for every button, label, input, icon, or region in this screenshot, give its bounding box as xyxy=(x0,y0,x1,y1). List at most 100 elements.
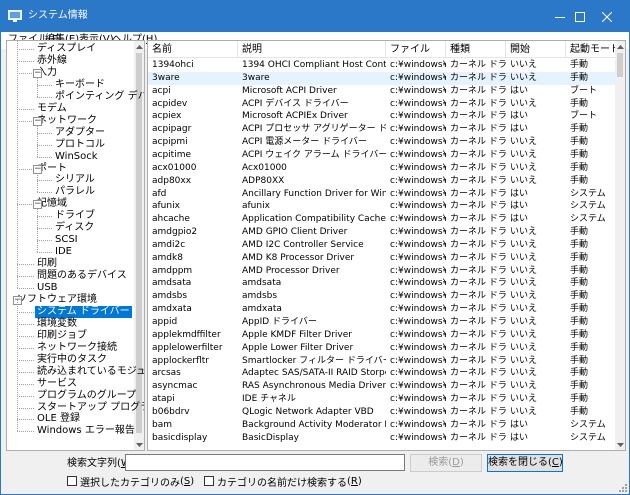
tree-item[interactable]: ポインティング デバイス xyxy=(53,91,144,103)
column-header[interactable]: 起動モード xyxy=(566,41,616,58)
tree-item[interactable]: ネットワーク xyxy=(35,115,99,127)
tree-item[interactable]: パラレル xyxy=(53,186,97,198)
close-button[interactable] xyxy=(585,1,629,32)
tree-item[interactable]: 印刷ジョブ xyxy=(35,330,89,342)
table-row[interactable]: amdk8 AMD K8 Processor Driver c:¥windows¥s… xyxy=(148,252,616,265)
table-row[interactable]: basicdisplay BasicDisplay c:¥windows¥s... カ… xyxy=(148,432,616,445)
table-row[interactable]: amdi2c AMD I2C Controller Service c:¥windo… xyxy=(148,239,616,252)
column-header[interactable]: 名前 xyxy=(148,41,238,58)
column-header[interactable]: 開始 xyxy=(506,41,566,58)
table-row[interactable]: amdgpio2 AMD GPIO Client Driver c:¥windows… xyxy=(148,226,616,239)
tree-item[interactable]: アダプター xyxy=(53,127,107,139)
table-row[interactable]: applelowerfilter Apple Lower Filter Drive… xyxy=(148,342,616,355)
checkbox-box[interactable] xyxy=(67,476,77,486)
table-row[interactable]: afunix afunix c:¥windows¥s... カーネル ドライ... はい… xyxy=(148,200,616,213)
table-row[interactable]: arcsas Adaptec SAS/SATA-II RAID Storport'… xyxy=(148,367,616,380)
tree-item[interactable]: OLE 登録 xyxy=(35,413,82,425)
title-bar[interactable]: システム情報 xyxy=(1,1,629,32)
checkbox-box[interactable] xyxy=(204,476,214,486)
tree-item[interactable]: WinSock xyxy=(53,151,100,163)
table-cell: カーネル ドライ... xyxy=(450,419,506,430)
tree-item[interactable]: 問題のあるデバイス xyxy=(35,270,129,282)
tree-item[interactable]: ソフトウェア環境 xyxy=(15,294,99,306)
table-row[interactable]: adp80xx ADP80XX c:¥windows¥s... カーネル ドライ...… xyxy=(148,175,616,188)
tree-item[interactable]: プログラムのグループ xyxy=(35,390,138,402)
table-cell: AppID ドライバー xyxy=(242,317,317,327)
tree-item[interactable]: Windows エラー報告 xyxy=(35,425,137,437)
table-row[interactable]: atapi IDE チャネル c:¥windows¥s... カーネル ドライ... い… xyxy=(148,393,616,406)
tree-item[interactable]: サービス xyxy=(35,378,79,390)
find-button[interactable]: 検索(D) xyxy=(410,454,482,472)
tree-item[interactable]: 環境変数 xyxy=(35,318,79,330)
table-cell: amdgpio2 xyxy=(152,227,198,238)
table-row[interactable]: 1394ohci 1394 OHCI Compliant Host Control… xyxy=(148,59,616,72)
list-scroll-up-button[interactable] xyxy=(615,41,625,52)
tree-scroll-up-button[interactable] xyxy=(134,41,144,52)
table-row[interactable]: amdxata amdxata c:¥windows¥s... カーネル ドライ...… xyxy=(148,303,616,316)
table-cell: Acx01000 xyxy=(242,162,287,173)
table-row[interactable]: ahcache Application Compatibility Cache c:… xyxy=(148,213,616,226)
table-row[interactable]: asyncmac RAS Asynchronous Media Driver c:¥… xyxy=(148,380,616,393)
table-row[interactable]: acx01000 Acx01000 c:¥windows¥s... カーネル ドライ.… xyxy=(148,162,616,175)
table-row[interactable]: amdsata amdsata c:¥windows¥s... カーネル ドライ...… xyxy=(148,277,616,290)
tree-item[interactable]: ディスプレイ xyxy=(35,43,98,55)
table-row[interactable]: applekmdffilter Apple KMDF Filter Driver c… xyxy=(148,329,616,342)
tree-item[interactable]: プロトコル xyxy=(53,139,107,151)
tree-item[interactable]: ネットワーク接続 xyxy=(35,342,119,354)
tree-item[interactable]: 印刷 xyxy=(35,258,59,270)
table-cell: ブート xyxy=(570,111,598,122)
table-cell: BasicDisplay xyxy=(242,432,300,443)
table-row[interactable]: applockerfltr Smartlocker フィルター ドライバー c:¥w… xyxy=(148,355,616,368)
tree-item[interactable]: ディスク xyxy=(53,222,96,234)
tree-item[interactable]: IDE xyxy=(53,246,74,258)
selected-category-only-checkbox[interactable]: 選択したカテゴリのみ(S) xyxy=(67,475,194,489)
list-scroll-down-button[interactable] xyxy=(615,439,625,450)
table-cell: c:¥windows¥s... xyxy=(390,60,446,70)
table-row[interactable]: acpi Microsoft ACPI Driver c:¥windows¥s...… xyxy=(148,85,616,98)
table-cell: 手動 xyxy=(570,355,589,366)
table-row[interactable]: acpipmi ACPI 電源メーター ドライバー c:¥windows¥s... カ… xyxy=(148,136,616,149)
table-row[interactable]: amdsbs amdsbs c:¥windows¥s... カーネル ドライ... いい… xyxy=(148,290,616,303)
category-names-only-checkbox[interactable]: カテゴリの名前だけ検索する(R) xyxy=(204,475,362,489)
table-cell: amdk8 xyxy=(152,252,183,263)
column-header[interactable]: 説明 xyxy=(238,41,386,58)
tree-connector xyxy=(17,395,34,397)
column-header[interactable]: ファイル xyxy=(386,41,446,58)
tree-scroll-down-button[interactable] xyxy=(134,439,144,450)
table-row[interactable]: b06bdrv QLogic Network Adapter VBD c:¥wind… xyxy=(148,406,616,419)
tree-item[interactable]: 読み込まれているモジュール xyxy=(35,366,144,378)
tree-item[interactable]: 実行中のタスク xyxy=(35,354,109,366)
tree-item[interactable]: USB xyxy=(35,282,60,294)
tree-item[interactable]: シリアル xyxy=(53,174,97,186)
table-row[interactable]: acpidev ACPI デバイス ドライバー c:¥windows¥s... カーネ… xyxy=(148,98,616,111)
table-cell: いいえ xyxy=(510,98,538,109)
table-row[interactable]: 3ware 3ware c:¥windows¥s... カーネル ドライ... いいえ 手… xyxy=(148,71,616,85)
table-cell: 手動 xyxy=(570,265,589,276)
tree-item[interactable]: SCSI xyxy=(53,234,80,246)
tree-item[interactable]: 赤外線 xyxy=(35,55,69,67)
column-header[interactable]: 種類 xyxy=(446,41,506,58)
table-row[interactable]: amdppm AMD Processor Driver c:¥windows¥s..… xyxy=(148,265,616,278)
tree-item[interactable]: モデム xyxy=(35,103,69,115)
table-cell: afd xyxy=(152,188,167,199)
system-information-app-icon xyxy=(8,10,22,22)
driver-list[interactable]: 名前 説明 ファイル 種類 開始 起動モード 1394ohci 1394 OHCI Comp… xyxy=(147,40,626,451)
search-label-text: 検索文字列 xyxy=(67,458,117,469)
table-row[interactable]: bam Background Activity Moderator Driver c… xyxy=(148,419,616,432)
tree-item[interactable]: システム ドライバー xyxy=(35,305,132,318)
tree-item[interactable]: ドライブ xyxy=(53,210,97,222)
close-search-button[interactable]: 検索を閉じる(C) xyxy=(487,454,563,472)
list-scrollbar[interactable] xyxy=(615,41,625,450)
tree-item[interactable]: キーボード xyxy=(53,79,107,91)
table-row[interactable]: acpipagr ACPI プロセッサ アグリゲーター ドライバー c:¥windo… xyxy=(148,123,616,136)
resize-grip-icon[interactable] xyxy=(618,483,627,492)
table-row[interactable]: acpiex Microsoft ACPIEx Driver c:¥windows¥… xyxy=(148,110,616,123)
table-row[interactable]: afd Ancillary Function Driver for Winsock… xyxy=(148,188,616,201)
category-tree[interactable]: ディスプレイ赤外線入力−キーボードポインティング デバイスモデムネットワーク−ア… xyxy=(6,40,145,451)
search-input[interactable] xyxy=(125,454,405,471)
table-row[interactable]: appid AppID ドライバー c:¥windows¥s... カーネル ドライ.… xyxy=(148,316,616,329)
table-cell: c:¥windows¥s... xyxy=(390,149,446,160)
list-scroll-thumb[interactable] xyxy=(617,53,623,77)
tree-item[interactable]: スタートアップ プログラム xyxy=(35,402,144,414)
table-row[interactable]: acpitime ACPI ウェイク アラーム ドライバー c:¥windows¥s… xyxy=(148,149,616,162)
